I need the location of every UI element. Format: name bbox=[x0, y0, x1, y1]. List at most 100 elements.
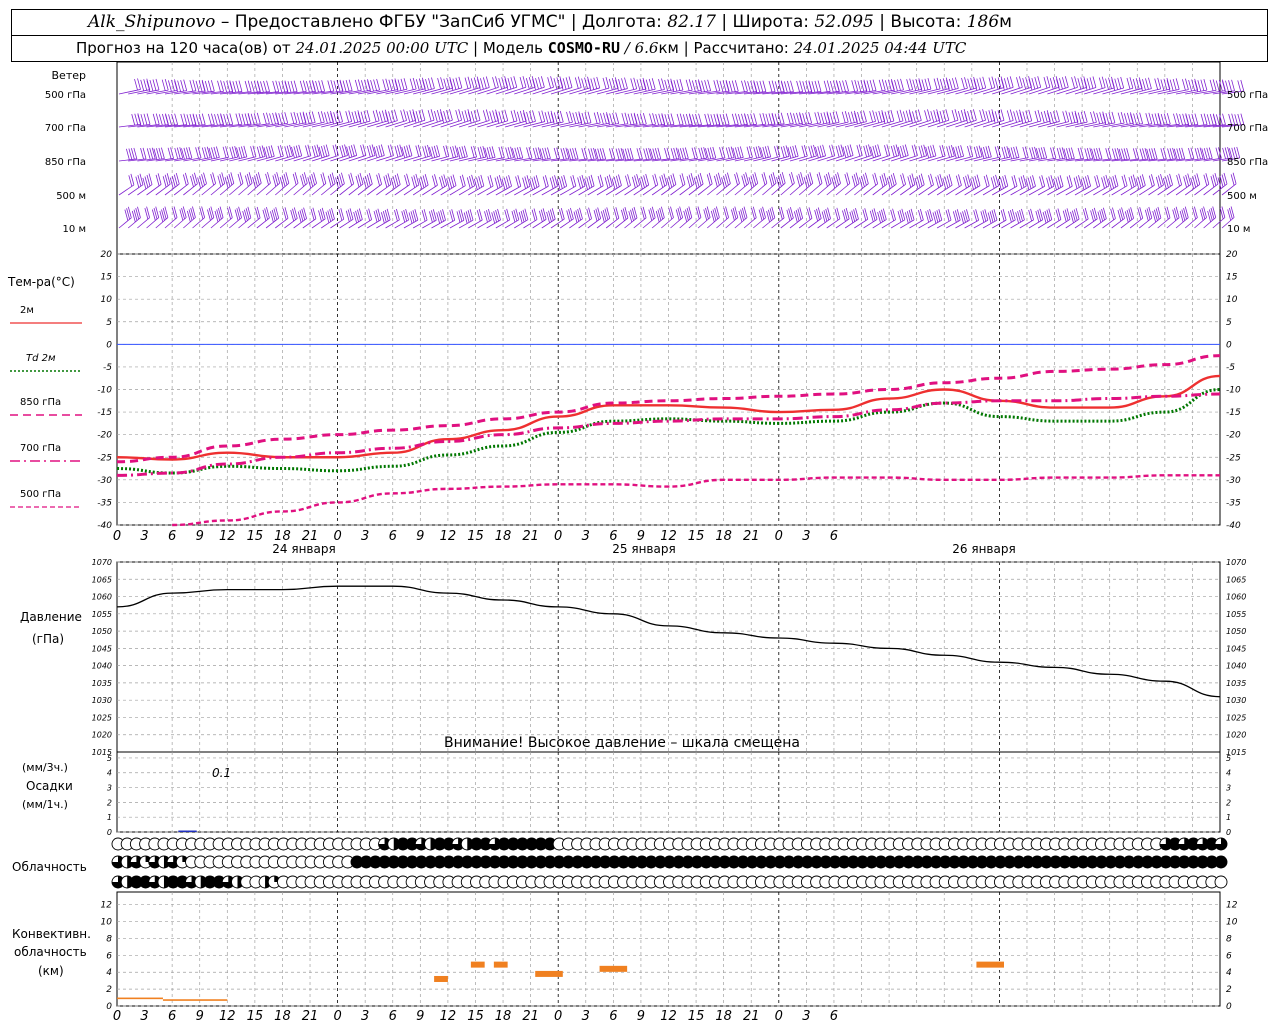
wind-barb-feather bbox=[1092, 76, 1097, 88]
wind-barb bbox=[394, 155, 413, 162]
wind-barb-feather bbox=[682, 147, 687, 159]
wind-barb-feather bbox=[361, 80, 365, 92]
wind-barb-feather bbox=[988, 77, 993, 89]
wind-barb-feather bbox=[296, 112, 301, 125]
wind-barb-feather bbox=[485, 76, 490, 88]
wind-barb-feather bbox=[238, 146, 243, 159]
pressure-ytick-left: 1050 bbox=[92, 627, 112, 636]
wind-barb-feather bbox=[808, 112, 813, 124]
wind-barb bbox=[927, 184, 944, 196]
wind-barb-feather bbox=[277, 145, 282, 157]
wind-barb-feather bbox=[378, 145, 383, 157]
wind-barb bbox=[468, 120, 490, 128]
wind-barb-feather bbox=[597, 175, 602, 188]
wind-barb bbox=[541, 86, 563, 95]
wind-barb-feather bbox=[979, 77, 984, 89]
wind-barb bbox=[578, 87, 600, 95]
wind-barb-feather bbox=[339, 110, 343, 122]
wind-barb-feather bbox=[881, 79, 886, 91]
temp-axis-hour-tick: 15 bbox=[688, 529, 705, 544]
wind-barb-feather bbox=[847, 112, 852, 124]
conv-segment bbox=[117, 997, 163, 1000]
wind-barb-feather bbox=[1129, 77, 1134, 89]
wind-barb-feather bbox=[900, 145, 904, 158]
wind-barb-feather bbox=[1110, 177, 1115, 189]
wind-barb-feather bbox=[268, 145, 273, 158]
wind-barb-feather bbox=[1037, 76, 1042, 88]
conv-title-2: облачность bbox=[14, 945, 87, 959]
wind-barb-feather bbox=[1172, 78, 1177, 91]
wind-barb-feather bbox=[633, 114, 638, 126]
wind-barb-feather bbox=[247, 114, 252, 126]
wind-barb-feather bbox=[357, 79, 362, 91]
wind-barb bbox=[854, 155, 872, 162]
temp-axis-hour-tick: 3 bbox=[361, 529, 369, 544]
wind-barb-feather bbox=[1050, 147, 1054, 159]
wind-barb-feather bbox=[909, 78, 914, 90]
wind-barb-feather bbox=[464, 145, 468, 157]
wind-barb bbox=[982, 185, 999, 196]
wind-barb-feather bbox=[503, 177, 508, 189]
temp-ytick-left: 0 bbox=[106, 340, 112, 350]
conv-segment bbox=[162, 999, 228, 1001]
wind-barb-feather bbox=[532, 147, 537, 160]
wind-barb-feather bbox=[189, 80, 194, 92]
wind-barb-feather bbox=[476, 109, 481, 121]
wind-barb bbox=[918, 184, 934, 196]
wind-barb-feather bbox=[1126, 112, 1131, 124]
wind-barb-feather bbox=[877, 144, 882, 156]
wind-barb-feather bbox=[342, 80, 347, 92]
wind-barb-feather bbox=[694, 147, 698, 159]
wind-barb-feather bbox=[501, 178, 506, 191]
wind-barb bbox=[1212, 217, 1226, 229]
wind-barb-feather bbox=[596, 111, 601, 124]
wind-level-label-right: 700 гПа bbox=[1227, 123, 1268, 134]
wind-barb-feather bbox=[198, 80, 203, 92]
pressure-ytick-right: 1050 bbox=[1226, 627, 1246, 636]
wind-barb-feather bbox=[372, 110, 377, 122]
precip-ytick-right: 1 bbox=[1226, 813, 1231, 822]
wind-barb-feather bbox=[183, 147, 188, 160]
wind-barb-feather bbox=[574, 147, 579, 159]
wind-barb-feather bbox=[403, 146, 408, 158]
wind-barb-feather bbox=[250, 113, 255, 125]
wind-barb bbox=[587, 185, 604, 196]
wind-barb-feather bbox=[673, 147, 678, 160]
wind-barb-feather bbox=[375, 109, 380, 122]
wind-barb-feather bbox=[415, 111, 420, 123]
wind-barb-feather bbox=[486, 147, 491, 159]
wind-barb-feather bbox=[1071, 111, 1076, 123]
wind-barb bbox=[569, 87, 591, 95]
wind-barb-feather bbox=[373, 79, 377, 91]
wind-barb-feather bbox=[298, 144, 303, 156]
wind-barb-feather bbox=[688, 114, 693, 126]
wind-barb bbox=[523, 185, 540, 196]
wind-barb-feather bbox=[558, 177, 563, 189]
wind-barb-feather bbox=[436, 110, 441, 122]
wind-barb-feather bbox=[808, 146, 813, 158]
wind-barb-feather bbox=[422, 146, 426, 158]
wind-barb-feather bbox=[1029, 147, 1033, 159]
wind-barb-feather bbox=[491, 146, 496, 158]
precip-ytick-right: 3 bbox=[1226, 784, 1231, 793]
temp-ytick-right: 20 bbox=[1226, 250, 1238, 260]
pressure-title-2: (гПа) bbox=[32, 632, 64, 646]
wind-barb-feather bbox=[707, 147, 712, 159]
wind-barb-feather bbox=[354, 110, 359, 123]
wind-barb bbox=[587, 87, 610, 95]
precip-label-1: (мм/3ч.) bbox=[22, 761, 68, 774]
wind-barb-feather bbox=[553, 78, 558, 90]
wind-barb bbox=[992, 87, 1014, 95]
wind-barb bbox=[909, 184, 925, 196]
pressure-ytick-right: 1040 bbox=[1226, 662, 1246, 671]
wind-barb-feather bbox=[992, 176, 997, 188]
temp-legend-label: 700 гПа bbox=[20, 443, 61, 454]
wind-barb-feather bbox=[734, 113, 739, 125]
wind-barb-feather bbox=[553, 147, 558, 160]
wind-barb-feather bbox=[324, 112, 328, 124]
precip-ytick-left: 2 bbox=[107, 798, 112, 807]
wind-barb-feather bbox=[455, 77, 460, 89]
wind-barb-feather bbox=[508, 175, 512, 187]
wind-barb-feather bbox=[318, 80, 322, 92]
wind-barb-feather bbox=[519, 146, 524, 159]
